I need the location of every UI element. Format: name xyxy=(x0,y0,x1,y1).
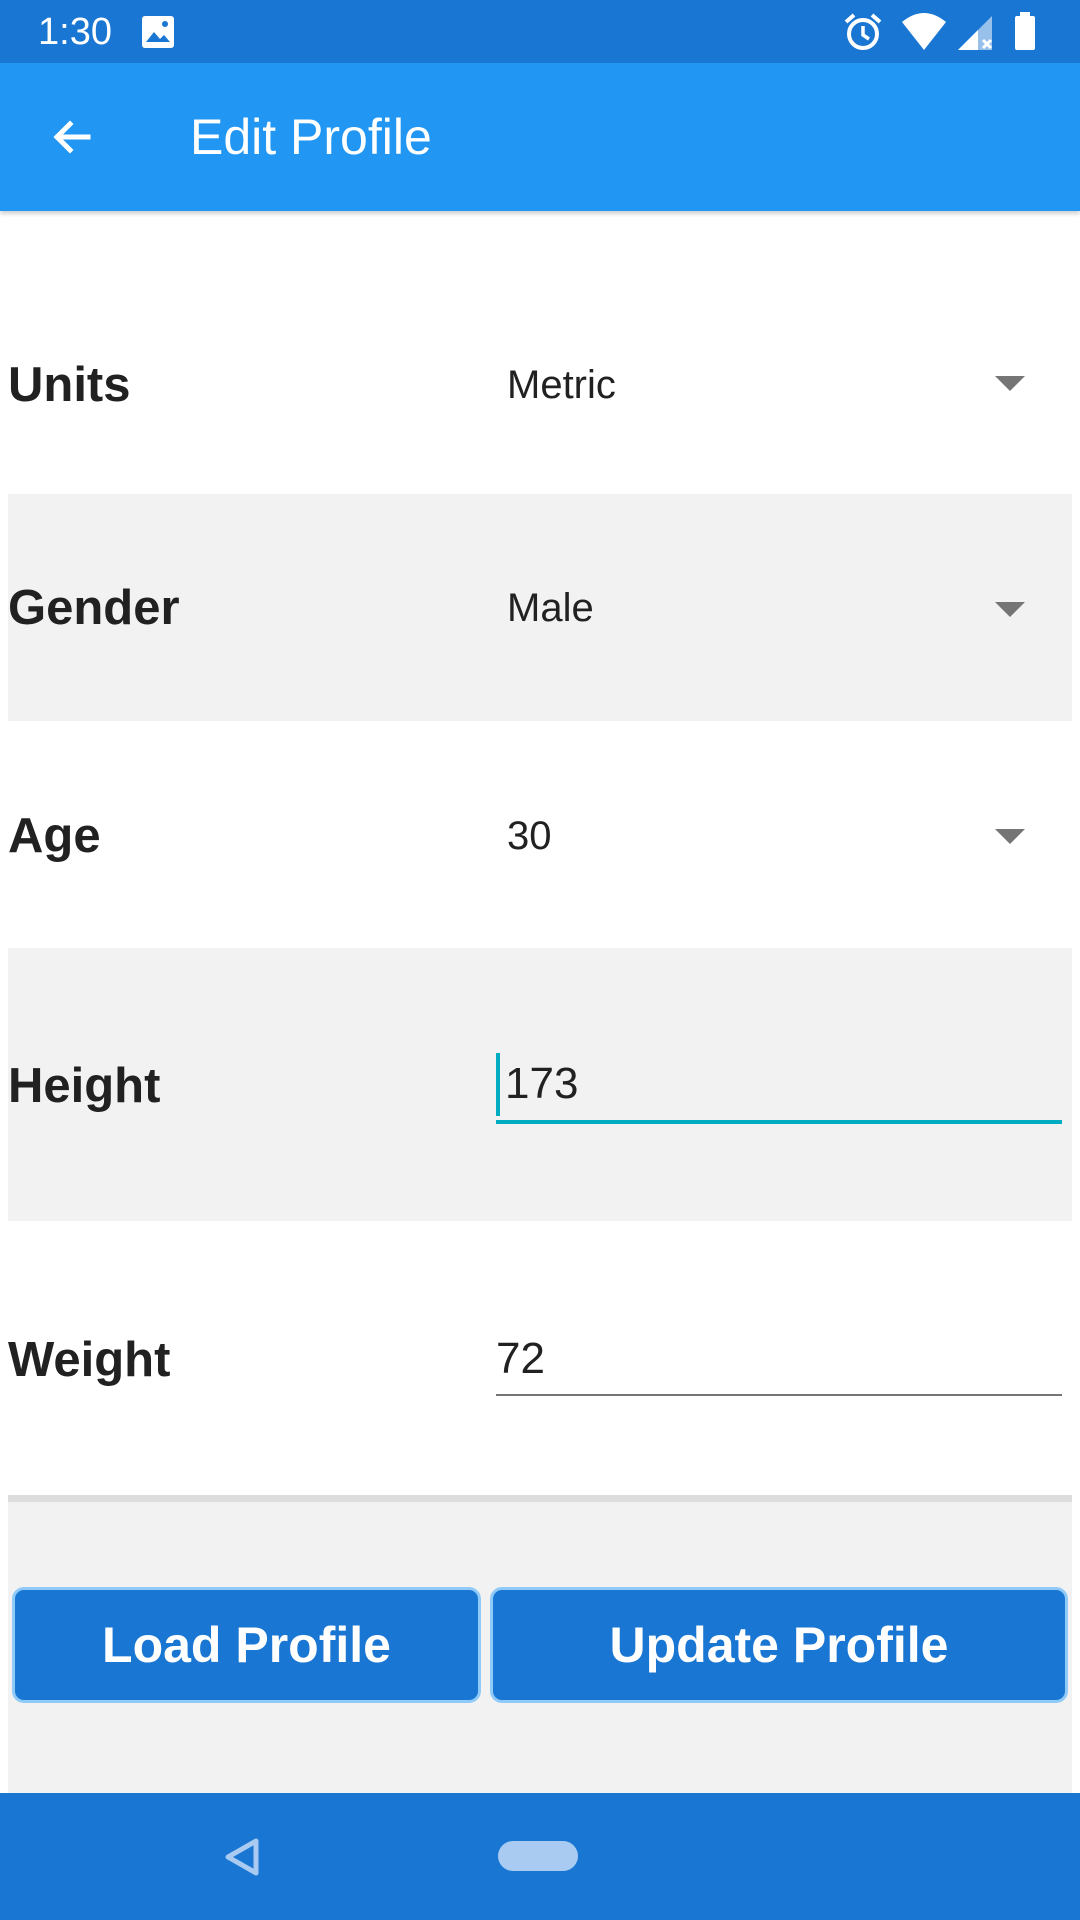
battery-icon xyxy=(1012,10,1038,54)
units-select[interactable]: Metric xyxy=(507,360,616,410)
status-bar: 1:30 xyxy=(0,0,1080,63)
age-label: Age xyxy=(8,809,101,863)
units-row: Units Metric xyxy=(8,277,1072,494)
app-bar: Edit Profile xyxy=(0,63,1080,211)
update-profile-button[interactable]: Update Profile xyxy=(490,1587,1068,1703)
signal-icon xyxy=(956,10,996,54)
weight-row: Weight xyxy=(8,1221,1072,1495)
gender-select[interactable]: Male xyxy=(507,583,594,633)
gender-row: Gender Male xyxy=(8,494,1072,721)
height-label: Height xyxy=(8,1059,161,1113)
age-dropdown-arrow-icon[interactable] xyxy=(995,829,1025,844)
age-row: Age 30 xyxy=(8,721,1072,948)
load-profile-button[interactable]: Load Profile xyxy=(12,1587,481,1703)
text-caret xyxy=(496,1053,500,1116)
back-button[interactable] xyxy=(36,101,108,173)
height-input[interactable] xyxy=(505,1052,1062,1116)
divider xyxy=(8,1495,1072,1502)
navigation-bar xyxy=(0,1793,1080,1920)
page-title: Edit Profile xyxy=(190,109,432,165)
wifi-icon xyxy=(900,10,948,54)
height-row: Height xyxy=(8,948,1072,1221)
weight-input-underline xyxy=(496,1394,1062,1396)
height-input-underline xyxy=(496,1120,1062,1124)
gender-label: Gender xyxy=(8,581,180,635)
weight-input[interactable] xyxy=(496,1327,1062,1391)
gender-dropdown-arrow-icon[interactable] xyxy=(995,602,1025,617)
alarm-icon xyxy=(842,10,884,54)
status-time: 1:30 xyxy=(38,11,112,53)
image-icon xyxy=(140,10,176,54)
units-label: Units xyxy=(8,358,131,412)
nav-back-icon[interactable] xyxy=(222,1835,262,1879)
units-dropdown-arrow-icon[interactable] xyxy=(995,376,1025,391)
nav-home-pill[interactable] xyxy=(498,1841,578,1871)
age-select[interactable]: 30 xyxy=(507,811,552,861)
arrow-back-icon xyxy=(53,120,91,154)
weight-label: Weight xyxy=(8,1333,171,1387)
